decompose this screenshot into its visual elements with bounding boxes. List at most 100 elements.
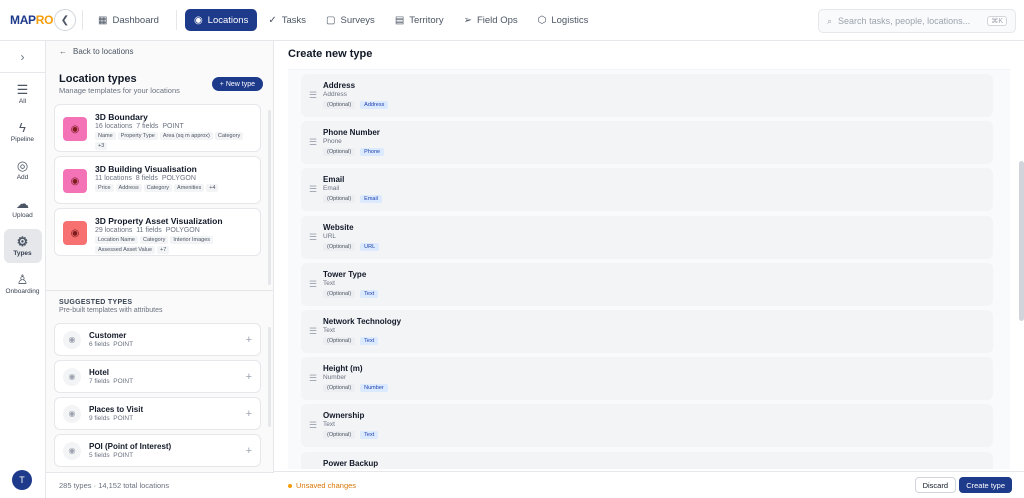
nav-divider: [175, 10, 177, 30]
pin-add-icon: ◎: [16, 158, 29, 173]
add-suggested-icon[interactable]: +: [246, 445, 252, 457]
suggested-scrollbar[interactable]: [268, 327, 271, 427]
tab-logistics[interactable]: ⬡ Logistics: [529, 9, 598, 31]
side-rail: › ☰ All ϟ Pipeline ◎ Add ☁ Upload ⚙ Types ♙ Onboard…: [0, 41, 46, 498]
field-row[interactable]: ☰ Website URL (Optional) URL: [301, 215, 993, 259]
drag-handle-icon[interactable]: ☰: [309, 421, 317, 430]
drag-handle-icon[interactable]: ☰: [309, 185, 317, 194]
new-type-button[interactable]: + New type: [211, 77, 263, 91]
search-input[interactable]: Search tasks, people, locations...: [838, 16, 970, 26]
tab-field-ops[interactable]: ➢ Field Ops: [455, 9, 527, 31]
app-logo[interactable]: MAPRO: [0, 13, 53, 27]
chevron-left-icon[interactable]: ❮: [54, 9, 76, 31]
tab-label: Territory: [409, 14, 444, 26]
rail-item-onboarding[interactable]: ♙ Onboarding: [4, 267, 42, 301]
rail-item-add[interactable]: ◎ Add: [4, 153, 42, 187]
type-geometry: POINT: [162, 123, 184, 130]
rail-item-pipeline[interactable]: ϟ Pipeline: [4, 115, 42, 149]
field-chip: Area (sq m approx): [159, 132, 213, 140]
back-to-locations-link[interactable]: ← Back to locations: [46, 41, 273, 61]
avatar[interactable]: T: [12, 470, 32, 490]
suggested-name: Customer: [89, 331, 127, 340]
drag-handle-icon[interactable]: ☰: [309, 374, 317, 383]
field-row[interactable]: ☰ Email Email (Optional) Email: [301, 168, 993, 212]
field-row[interactable]: ☰ Ownership Text (Optional) Text: [301, 404, 993, 448]
field-row[interactable]: ☰ Network Technology Text (Optional) Text: [301, 309, 993, 353]
rail-item-upload[interactable]: ☁ Upload: [4, 191, 42, 225]
create-type-button[interactable]: Create type: [959, 477, 1012, 493]
location-pin-icon: ◉: [63, 367, 81, 386]
type-card[interactable]: ◉ 3D Boundary 16 locations 7 fields POIN…: [54, 104, 261, 152]
type-locations: 11 locations: [95, 175, 132, 182]
fields-scrollbar[interactable]: [1019, 161, 1024, 321]
tab-territory[interactable]: ▤ Territory: [386, 9, 453, 31]
location-pin-icon: ◉: [63, 117, 87, 141]
type-locations: 29 locations: [95, 227, 133, 234]
rail-item-all[interactable]: ☰ All: [4, 77, 42, 111]
dashboard-icon: ▦: [98, 14, 108, 26]
arrow-left-icon: ←: [59, 46, 67, 56]
type-card[interactable]: ◉ 3D Building Visualisation 11 locations…: [54, 156, 261, 204]
drag-handle-icon[interactable]: ☰: [309, 91, 317, 100]
rail-item-label: All: [18, 98, 27, 105]
optional-badge: (Optional): [323, 289, 356, 298]
rail-item-types[interactable]: ⚙ Types: [3, 229, 42, 263]
type-name: 3D Building Visualisation: [95, 164, 197, 174]
rail-items: ☰ All ϟ Pipeline ◎ Add ☁ Upload ⚙ Types ♙ Onboardin…: [0, 77, 45, 301]
types-list: ◉ 3D Boundary 16 locations 7 fields POIN…: [54, 104, 261, 260]
back-label: Back to locations: [73, 46, 134, 56]
type-tag: Address: [360, 101, 389, 109]
add-suggested-icon[interactable]: +: [246, 334, 252, 346]
expand-rail-icon[interactable]: ›: [0, 41, 45, 73]
suggested-title: SUGGESTED TYPES: [59, 299, 133, 306]
field-row[interactable]: ☰ Phone Number Phone (Optional) Phone: [301, 121, 993, 165]
suggested-type-card[interactable]: ◉ Places to Visit 9 fields POINT +: [54, 397, 261, 430]
type-name: 3D Boundary: [95, 112, 148, 122]
field-row[interactable]: ☰ Height (m) Number (Optional) Number: [301, 357, 993, 401]
global-search[interactable]: ⌕ Search tasks, people, locations... ⌘K: [818, 9, 1016, 33]
suggested-subtitle: Pre-built templates with attributes: [59, 307, 163, 314]
location-pin-icon: ◉: [63, 441, 81, 460]
tab-tasks[interactable]: ✓ Tasks: [259, 9, 315, 31]
drag-handle-icon[interactable]: ☰: [309, 326, 317, 336]
location-types-panel: ← Back to locations Location types Manag…: [46, 41, 274, 498]
add-suggested-icon[interactable]: +: [246, 371, 252, 383]
field-row[interactable]: ☰ Tower Type Text (Optional) Text: [301, 262, 993, 306]
type-locations: 16 locations: [95, 123, 133, 130]
suggested-geometry: POINT: [113, 341, 134, 348]
field-chip: Assessed Asset Value: [95, 246, 156, 254]
field-row[interactable]: ☰ Power Backup: [301, 451, 993, 469]
tab-dashboard[interactable]: ▦ Dashboard: [89, 9, 168, 31]
optional-badge: (Optional): [323, 195, 356, 204]
field-chip: Category: [143, 184, 173, 192]
type-fields: 8 fields: [135, 175, 158, 182]
suggested-type-card[interactable]: ◉ Customer 6 fields POINT +: [54, 323, 261, 356]
suggested-fields: 9 fields: [89, 415, 110, 422]
location-pin-icon: ◉: [63, 221, 87, 245]
field-type: Text: [323, 421, 335, 429]
suggested-type-card[interactable]: ◉ POI (Point of Interest) 5 fields POINT…: [54, 434, 261, 467]
types-summary: 285 types · 14,152 total locations: [46, 472, 274, 498]
unsaved-dot: [288, 483, 292, 488]
add-suggested-icon[interactable]: +: [246, 408, 252, 420]
suggested-fields: 6 fields: [89, 341, 110, 348]
type-meta: 16 locations 7 fields POINT: [95, 123, 252, 130]
drag-handle-icon[interactable]: ☰: [309, 138, 317, 147]
type-card[interactable]: ◉ 3D Property Asset Visualization 29 loc…: [54, 208, 261, 256]
drag-handle-icon[interactable]: ☰: [309, 232, 317, 242]
tab-locations[interactable]: ◉ Locations: [184, 9, 258, 31]
suggested-type-card[interactable]: ◉ Hotel 7 fields POINT +: [54, 360, 261, 393]
suggested-name: Places to Visit: [89, 405, 144, 414]
tab-label: Dashboard: [112, 14, 159, 26]
drag-handle-icon[interactable]: ☰: [309, 468, 317, 469]
field-chip: Price: [95, 184, 114, 192]
type-tag: Text: [360, 431, 379, 440]
tab-surveys[interactable]: ▢ Surveys: [317, 9, 384, 31]
field-chip: Address: [115, 184, 142, 192]
type-tag: Number: [360, 384, 388, 393]
drag-handle-icon[interactable]: ☰: [309, 279, 317, 289]
bolt-icon: ϟ: [19, 120, 26, 135]
types-scrollbar[interactable]: [268, 110, 271, 285]
discard-button[interactable]: Discard: [914, 477, 956, 493]
field-row[interactable]: ☰ Address Address (Optional) Address: [301, 74, 993, 117]
